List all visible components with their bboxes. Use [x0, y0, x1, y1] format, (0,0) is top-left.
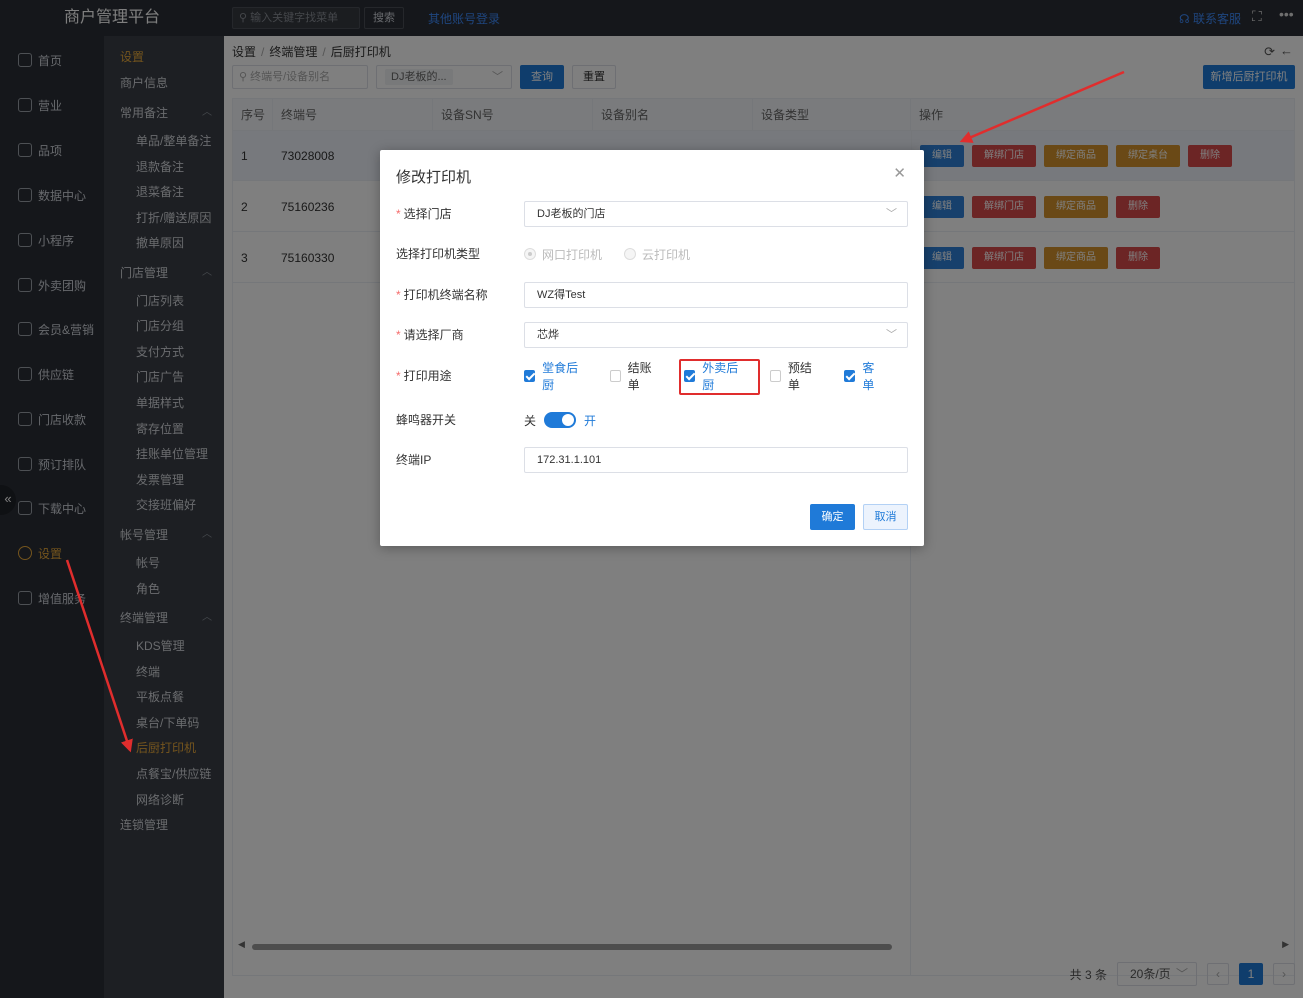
- vendor-label: 请选择厂商: [403, 328, 464, 342]
- printer-type-label: 选择打印机类型: [396, 247, 481, 261]
- chevron-down-icon: ﹀: [886, 329, 897, 341]
- vendor-select[interactable]: 芯烨 ﹀: [524, 322, 908, 348]
- printer-type-row: 选择打印机类型 网口打印机 云打印机: [396, 241, 908, 267]
- checkbox-pre-checkout[interactable]: 预结单: [769, 359, 821, 393]
- radio-cloud-printer[interactable]: 云打印机: [624, 246, 690, 263]
- checkbox-icon: [609, 370, 621, 382]
- buzzer-row: 蜂鸣器开关 关 开: [396, 407, 908, 433]
- usage-label: 打印用途: [403, 369, 452, 383]
- close-icon[interactable]: ✕: [893, 164, 906, 182]
- checkbox-icon: [844, 370, 856, 382]
- vendor-row: * 请选择厂商 芯烨 ﹀: [396, 322, 908, 348]
- ip-row: 终端IP 172.31.1.101: [396, 447, 908, 473]
- confirm-button[interactable]: 确定: [810, 504, 855, 530]
- buzzer-toggle[interactable]: [544, 412, 577, 428]
- checkbox-icon: [524, 370, 536, 382]
- printer-name-label: 打印机终端名称: [403, 288, 488, 302]
- store-label: 选择门店: [403, 207, 452, 221]
- usage-row: * 打印用途 堂食后厨 结账单 外卖后厨 预结单 客单: [396, 361, 908, 392]
- chevron-down-icon: ﹀: [886, 208, 897, 220]
- checkbox-dine-in-kitchen[interactable]: 堂食后厨: [524, 359, 586, 393]
- buzzer-on-label: 开: [584, 413, 597, 428]
- cancel-button[interactable]: 取消: [863, 504, 908, 530]
- radio-icon: [624, 248, 637, 260]
- ip-input[interactable]: 172.31.1.101: [524, 447, 908, 473]
- radio-lan-printer[interactable]: 网口打印机: [524, 246, 602, 263]
- buzzer-label: 蜂鸣器开关: [396, 413, 457, 427]
- highlight-box: [679, 359, 760, 395]
- store-row: * 选择门店 DJ老板的门店 ﹀: [396, 201, 908, 227]
- buzzer-off-label: 关: [524, 413, 537, 428]
- printer-name-row: * 打印机终端名称 WZ得Test: [396, 282, 908, 308]
- dialog-title: 修改打印机: [396, 169, 472, 186]
- ip-label: 终端IP: [396, 453, 432, 467]
- checkbox-checkout-receipt[interactable]: 结账单: [609, 359, 661, 393]
- store-select-field[interactable]: DJ老板的门店 ﹀: [524, 201, 908, 227]
- radio-icon: [524, 248, 536, 260]
- edit-printer-dialog: 修改打印机 ✕ * 选择门店 DJ老板的门店 ﹀ 选择打印机类型 网口打印机 云打印…: [380, 150, 924, 546]
- checkbox-customer-receipt[interactable]: 客单: [844, 359, 884, 393]
- printer-name-input[interactable]: WZ得Test: [524, 282, 908, 308]
- checkbox-icon: [769, 370, 781, 382]
